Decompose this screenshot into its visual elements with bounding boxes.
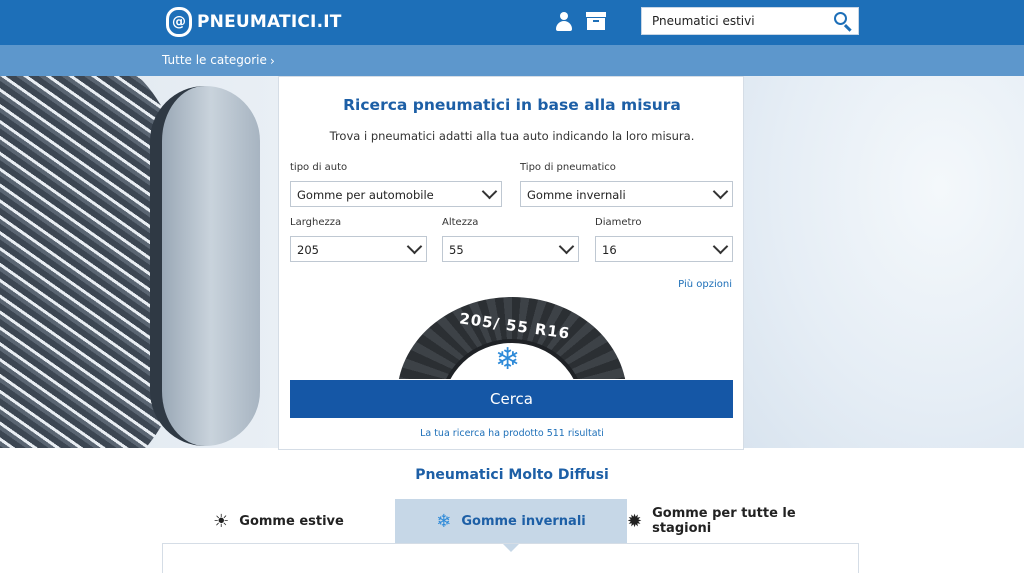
tab-all-season[interactable]: ✹ Gomme per tutte le stagioni	[627, 499, 859, 543]
car-type-value: Gomme per automobile	[297, 188, 434, 202]
all-categories-link[interactable]: Tutte le categorie	[162, 53, 267, 67]
diameter-label: Diametro	[595, 217, 642, 228]
popular-tires-title: Pneumatici Molto Diffusi	[415, 467, 609, 483]
width-select[interactable]: 205	[290, 236, 427, 262]
car-type-label: tipo di auto	[290, 162, 348, 173]
form-subtitle: Trova i pneumatici adatti alla tua auto …	[329, 129, 695, 143]
more-options-link[interactable]: Più opzioni	[678, 279, 732, 290]
snowflake-icon: ❄	[495, 342, 521, 377]
tab-label: Gomme invernali	[461, 513, 586, 529]
tab-label: Gomme per tutte le stagioni	[652, 506, 796, 536]
snowflake-icon: ❄	[436, 510, 452, 532]
search-button[interactable]: Cerca	[290, 380, 733, 418]
search-icon[interactable]	[832, 10, 854, 32]
chevron-down-icon	[406, 238, 423, 255]
site-logo[interactable]: @ PNEUMATICI.IT	[166, 6, 342, 38]
chevron-right-icon[interactable]: ›	[270, 54, 275, 68]
sun-icon: ☀	[213, 510, 230, 532]
search-input[interactable]	[642, 8, 828, 34]
width-label: Larghezza	[290, 217, 342, 228]
tire-type-value: Gomme invernali	[527, 188, 626, 202]
chevron-down-icon	[481, 183, 498, 200]
snow-background	[744, 76, 1024, 448]
diameter-select[interactable]: 16	[595, 236, 733, 262]
sun-snow-icon: ✹	[627, 510, 643, 532]
tire-type-label: Tipo di pneumatico	[520, 162, 616, 173]
height-value: 55	[449, 243, 464, 257]
tab-winter[interactable]: ❄ Gomme invernali	[395, 499, 627, 552]
chevron-down-icon	[712, 238, 729, 255]
season-tabs: ☀ Gomme estive ❄ Gomme invernali ✹ Gomme…	[162, 499, 859, 552]
winter-tire-image	[0, 76, 278, 448]
user-icon[interactable]	[554, 11, 574, 31]
tire-size-illustration: 205/ 55 R16 ❄	[397, 297, 627, 379]
tab-label: Gomme estive	[239, 513, 344, 529]
tab-content-panel	[162, 543, 859, 573]
chevron-down-icon	[558, 238, 575, 255]
tire-logo-icon: @	[166, 7, 192, 37]
logo-text: PNEUMATICI.IT	[197, 12, 342, 32]
width-value: 205	[297, 243, 319, 257]
tab-summer[interactable]: ☀ Gomme estive	[162, 499, 395, 543]
height-select[interactable]: 55	[442, 236, 579, 262]
top-header: @ PNEUMATICI.IT	[0, 0, 1024, 45]
logo-mark: @	[172, 14, 186, 30]
tire-type-select[interactable]: Gomme invernali	[520, 181, 733, 207]
form-title: Ricerca pneumatici in base alla misura	[343, 96, 681, 114]
height-label: Altezza	[442, 217, 479, 228]
diameter-value: 16	[602, 243, 617, 257]
tire-size-search-form: Ricerca pneumatici in base alla misura T…	[278, 76, 744, 450]
chevron-down-icon	[712, 183, 729, 200]
search-box	[641, 7, 859, 35]
car-type-select[interactable]: Gomme per automobile	[290, 181, 502, 207]
box-icon[interactable]	[586, 11, 606, 31]
result-count: La tua ricerca ha prodotto 511 risultati	[420, 428, 604, 439]
category-bar: Tutte le categorie ›	[0, 45, 1024, 76]
